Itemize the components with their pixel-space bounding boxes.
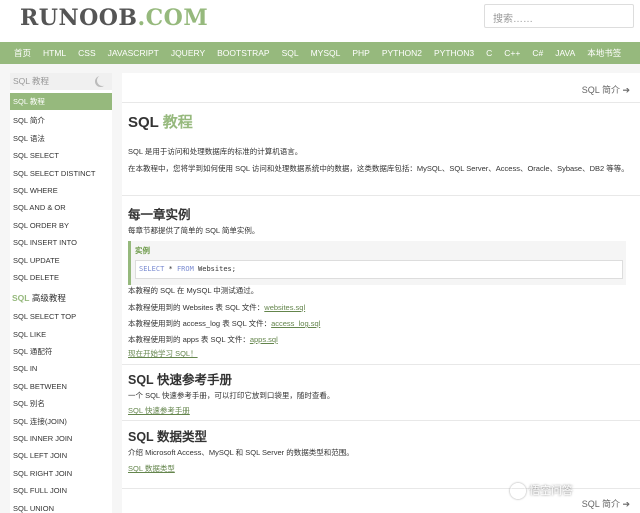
sidebar-item[interactable]: SQL ORDER BY: [10, 217, 112, 234]
sidebar-group-prefix: SQL: [12, 293, 30, 304]
nav-item-csharp[interactable]: C#: [526, 42, 549, 64]
page-title-suffix: 教程: [162, 114, 193, 131]
watermark: 悟空问答: [510, 482, 640, 504]
nav-item-c[interactable]: C: [480, 42, 498, 64]
divider: [122, 420, 640, 421]
page-title-prefix: SQL: [128, 114, 163, 131]
sidebar-item[interactable]: SQL INNER JOIN: [10, 430, 112, 447]
accesslog-file-line: 本教程使用到的 access_log 表 SQL 文件：access_log.s…: [128, 315, 633, 332]
sidebar-item[interactable]: SQL 语法: [10, 130, 112, 147]
sidebar-title: SQL 教程: [13, 76, 50, 86]
sidebar-item[interactable]: SQL LEFT JOIN: [10, 447, 112, 464]
nav-item-mysql[interactable]: MYSQL: [305, 42, 347, 64]
quickref-link[interactable]: SQL 快速参考手册: [128, 406, 190, 415]
page-title: SQL 教程: [128, 111, 193, 132]
example-box: 实例 SELECT * FROM Websites;: [128, 241, 626, 285]
logo-text: RUNOOB: [20, 5, 138, 31]
heading-datatypes: SQL 数据类型: [128, 430, 207, 444]
sidebar-item[interactable]: SQL AND & OR: [10, 199, 112, 216]
datatypes-link[interactable]: SQL 数据类型: [128, 464, 175, 473]
apps-sql-link[interactable]: apps.sql: [250, 335, 278, 344]
code-keyword: SELECT: [139, 265, 165, 273]
sidebar-item[interactable]: SQL INSERT INTO: [10, 234, 112, 251]
sidebar-item[interactable]: SQL RIGHT JOIN: [10, 465, 112, 482]
watermark-logo-icon: [510, 483, 526, 500]
sidebar-item[interactable]: SQL BETWEEN: [10, 378, 112, 395]
nav-item-javascript[interactable]: JAVASCRIPT: [102, 42, 165, 64]
sidebar-item[interactable]: SQL UPDATE: [10, 252, 112, 269]
heading-examples: 每一章实例: [128, 208, 191, 222]
site-header: RUNOOB.COM 搜索……: [0, 0, 640, 42]
site-logo[interactable]: RUNOOB.COM: [20, 5, 208, 31]
heading-quickref: SQL 快速参考手册: [128, 373, 232, 387]
nav-item-html[interactable]: HTML: [37, 42, 72, 64]
nav-item-bookmarks[interactable]: 本地书签: [581, 42, 627, 64]
start-learning-link[interactable]: 现在开始学习 SQL！: [128, 349, 198, 358]
nav-item-php[interactable]: PHP: [346, 42, 375, 64]
sidebar-group-advanced: SQL 高级教程: [10, 286, 112, 308]
sidebar-item[interactable]: SQL IN: [10, 360, 112, 377]
sidebar-item[interactable]: SQL 通配符: [10, 343, 112, 360]
sidebar-item-sql-tutorial[interactable]: SQL 教程: [10, 93, 112, 111]
nav-item-java[interactable]: JAVA: [549, 42, 581, 64]
nav-item-css[interactable]: CSS: [72, 42, 101, 64]
sidebar-item[interactable]: SQL UNION: [10, 500, 112, 513]
sidebar-item[interactable]: SQL 简介: [10, 112, 112, 129]
sidebar: SQL 教程 SQL 教程 SQL 简介 SQL 语法 SQL SELECT S…: [10, 73, 112, 513]
sidebar-item[interactable]: SQL DELETE: [10, 269, 112, 286]
start-learning-line: 现在开始学习 SQL！: [128, 345, 633, 362]
intro-paragraph-1: SQL 是用于访问和处理数据库的标准的计算机语言。: [128, 147, 303, 156]
sidebar-item[interactable]: SQL FULL JOIN: [10, 482, 112, 499]
logo-tld: .COM: [137, 5, 209, 31]
sidebar-item[interactable]: SQL 连接(JOIN): [10, 413, 112, 430]
sidebar-item[interactable]: SQL LIKE: [10, 326, 112, 343]
main-content: SQL 简介 ➔ SQL 教程 SQL 是用于访问和处理数据库的标准的计算机语言…: [122, 73, 640, 513]
sidebar-item[interactable]: SQL SELECT: [10, 147, 112, 164]
nav-item-home[interactable]: 首页: [0, 42, 37, 64]
sidebar-item[interactable]: SQL SELECT DISTINCT: [10, 165, 112, 182]
code-block: SELECT * FROM Websites;: [135, 260, 623, 279]
nav-item-bootstrap[interactable]: BOOTSTRAP: [211, 42, 275, 64]
websites-sql-link[interactable]: websites.sql: [264, 303, 305, 312]
search-input[interactable]: 搜索……: [484, 4, 634, 28]
datatypes-description: 介绍 Microsoft Access、MySQL 和 SQL Server 的…: [128, 448, 354, 457]
sidebar-item[interactable]: SQL SELECT TOP: [10, 308, 112, 325]
divider: [122, 195, 640, 196]
sidebar-header: SQL 教程: [10, 73, 112, 90]
intro-paragraph-2: 在本教程中，您将学到如何使用 SQL 访问和处理数据系统中的数据，这类数据库包括…: [128, 164, 629, 173]
code-keyword: FROM: [176, 265, 194, 273]
code-text: *: [164, 265, 177, 273]
examples-description: 每章节都提供了简单的 SQL 简单实例。: [128, 226, 260, 235]
example-label: 实例: [135, 246, 150, 255]
top-nav: 首页 HTML CSS JAVASCRIPT JQUERY BOOTSTRAP SQL MYS…: [0, 42, 640, 64]
nav-item-python3[interactable]: PYTHON3: [428, 42, 480, 64]
mysql-note: 本教程的 SQL 在 MySQL 中测试通过。: [128, 286, 259, 295]
websites-file-label: 本教程使用到的 Websites 表 SQL 文件：: [128, 303, 265, 312]
datatypes-link-line: SQL 数据类型: [128, 460, 633, 477]
moon-icon[interactable]: [97, 75, 108, 86]
watermark-text: 悟空问答: [529, 485, 573, 497]
nav-item-jquery[interactable]: JQUERY: [165, 42, 211, 64]
code-text: Websites;: [193, 265, 236, 273]
sidebar-item[interactable]: SQL 别名: [10, 395, 112, 412]
nav-item-python2[interactable]: PYTHON2: [376, 42, 428, 64]
quickref-link-line: SQL 快速参考手册: [128, 402, 633, 419]
divider: [122, 364, 640, 365]
divider: [122, 102, 640, 103]
apps-file-label: 本教程使用到的 apps 表 SQL 文件：: [128, 335, 250, 344]
accesslog-sql-link[interactable]: access_log.sql: [271, 319, 320, 328]
sidebar-item[interactable]: SQL WHERE: [10, 182, 112, 199]
next-page-link[interactable]: SQL 简介 ➔: [582, 83, 630, 96]
accesslog-file-label: 本教程使用到的 access_log 表 SQL 文件：: [128, 319, 272, 328]
nav-item-sql[interactable]: SQL: [276, 42, 305, 64]
websites-file-line: 本教程使用到的 Websites 表 SQL 文件：websites.sql: [128, 299, 633, 316]
nav-item-cpp[interactable]: C++: [498, 42, 526, 64]
sidebar-group-title: 高级教程: [29, 293, 66, 304]
